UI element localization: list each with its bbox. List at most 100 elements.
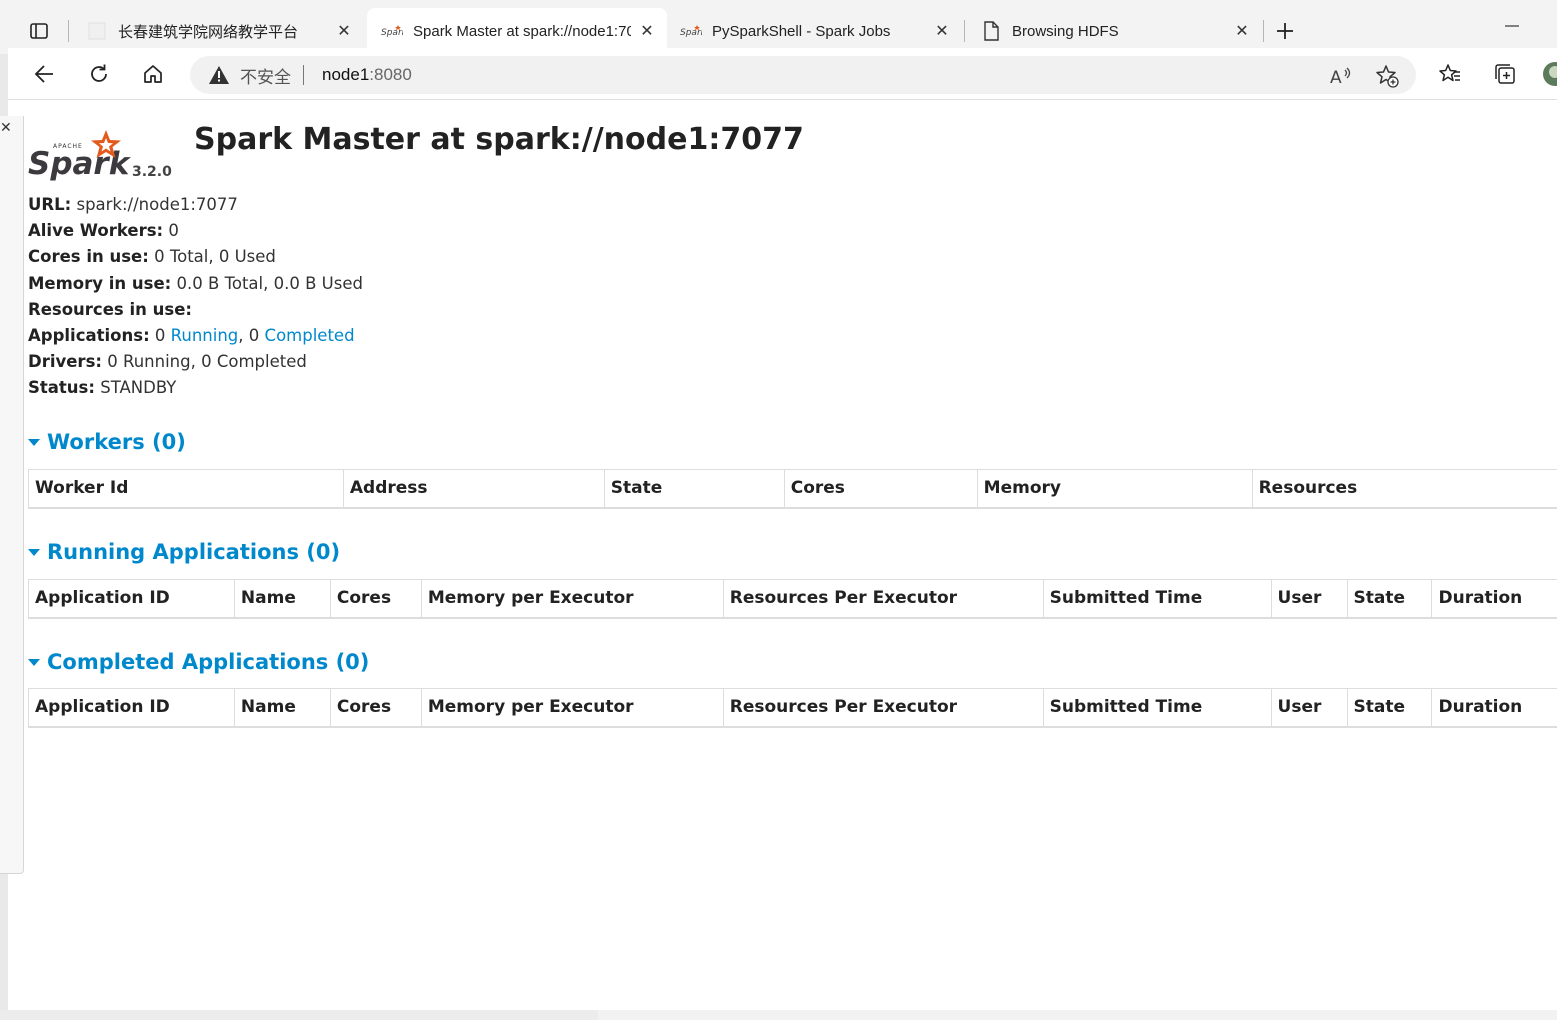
applications-label: Applications: xyxy=(28,325,150,345)
url-port: :8080 xyxy=(369,65,412,84)
column-header[interactable]: Address xyxy=(342,469,605,509)
running-apps-table: Application ID Name Cores Memory per Exe… xyxy=(28,579,1557,619)
memory-label: Memory in use: xyxy=(28,273,172,293)
completed-apps-table: Application ID Name Cores Memory per Exe… xyxy=(28,688,1557,728)
completed-apps-link[interactable]: Completed xyxy=(265,326,355,345)
alive-workers-label: Alive Workers: xyxy=(28,221,164,241)
tab-title: 长春建筑学院网络教学平台 xyxy=(118,23,299,41)
running-apps-section-toggle[interactable]: Running Applications (0) xyxy=(28,540,340,564)
document-icon xyxy=(980,21,1002,41)
running-apps-link[interactable]: Running xyxy=(171,326,239,345)
summary-memory: Memory in use: 0.0 B Total, 0.0 B Used xyxy=(28,271,363,297)
column-header[interactable]: Resources xyxy=(1251,469,1557,509)
column-header[interactable]: User xyxy=(1270,579,1348,619)
column-header[interactable]: Duration xyxy=(1431,688,1557,728)
column-header[interactable]: Submitted Time xyxy=(1042,688,1272,728)
url-text[interactable]: node1:8080 xyxy=(322,65,412,85)
blank-page-icon xyxy=(86,22,108,40)
tab-title: Browsing HDFS xyxy=(1012,22,1119,40)
collections-button[interactable] xyxy=(1487,56,1523,92)
browser-toolbar: 不安全 node1:8080 A xyxy=(8,48,1557,100)
home-button[interactable] xyxy=(135,56,171,92)
close-icon[interactable]: ✕ xyxy=(1232,21,1252,41)
column-header[interactable]: Duration xyxy=(1431,579,1557,619)
collapse-arrow-icon xyxy=(28,658,40,666)
url-host: node1 xyxy=(322,65,370,84)
svg-text:A: A xyxy=(1330,68,1342,87)
close-icon[interactable]: ✕ xyxy=(637,21,657,41)
column-header[interactable]: Cores xyxy=(783,469,978,509)
back-button[interactable] xyxy=(26,56,62,92)
collapse-arrow-icon xyxy=(28,438,40,446)
url-value: spark://node1:7077 xyxy=(76,195,238,214)
column-header[interactable]: Resources Per Executor xyxy=(722,579,1044,619)
favorites-button[interactable] xyxy=(1432,56,1468,92)
column-header[interactable]: Memory xyxy=(976,469,1253,509)
spark-logo-icon: APACHE Spark xyxy=(28,130,132,182)
profile-button[interactable] xyxy=(1541,56,1557,92)
column-header[interactable]: User xyxy=(1270,688,1348,728)
back-arrow-icon xyxy=(34,65,53,83)
status-label: Status: xyxy=(28,378,95,398)
column-header[interactable]: State xyxy=(603,469,785,509)
summary-applications: Applications: 0 Running, 0 Completed xyxy=(28,325,355,345)
column-header[interactable]: Worker Id xyxy=(28,469,344,509)
column-header[interactable]: Name xyxy=(233,688,331,728)
column-header[interactable]: Cores xyxy=(329,688,422,728)
page-header: APACHE Spark 3.2.0 xyxy=(28,114,172,184)
column-header[interactable]: Application ID xyxy=(28,579,235,619)
close-icon[interactable]: ✕ xyxy=(932,21,952,41)
running-apps-title: Running Applications (0) xyxy=(47,540,341,564)
column-header[interactable]: Memory per Executor xyxy=(420,688,724,728)
tab-actions-button[interactable] xyxy=(22,14,56,48)
tab-actions-icon xyxy=(30,23,48,39)
favorites-icon xyxy=(1439,64,1460,82)
column-header[interactable]: State xyxy=(1346,579,1432,619)
close-icon[interactable]: ✕ xyxy=(0,120,14,134)
svg-text:Spark: Spark xyxy=(28,146,132,182)
completed-count: 0 xyxy=(248,325,260,345)
column-header[interactable]: Name xyxy=(233,579,331,619)
new-tab-button[interactable] xyxy=(1270,16,1300,46)
add-favorite-icon[interactable] xyxy=(1374,63,1400,89)
completed-apps-table-header: Application ID Name Cores Memory per Exe… xyxy=(28,688,1557,728)
completed-apps-section-toggle[interactable]: Completed Applications (0) xyxy=(28,650,369,674)
security-label[interactable]: 不安全 xyxy=(240,63,291,88)
address-bar[interactable]: 不安全 node1:8080 A xyxy=(190,56,1416,94)
column-header[interactable]: Submitted Time xyxy=(1042,579,1272,619)
drivers-label: Drivers: xyxy=(28,352,102,372)
master-summary: URL: spark://node1:7077 Alive Workers: 0… xyxy=(28,192,363,402)
column-header[interactable]: Resources Per Executor xyxy=(722,688,1044,728)
summary-drivers: Drivers: 0 Running, 0 Completed xyxy=(28,349,363,375)
column-header[interactable]: State xyxy=(1346,688,1432,728)
read-aloud-icon[interactable]: A xyxy=(1328,63,1354,89)
workers-section-toggle[interactable]: Workers (0) xyxy=(28,430,186,454)
summary-resources: Resources in use: xyxy=(28,297,363,323)
spark-logo[interactable]: APACHE Spark 3.2.0 xyxy=(28,128,172,184)
summary-url: URL: spark://node1:7077 xyxy=(28,192,363,218)
drivers-value: 0 Running, 0 Completed xyxy=(107,352,307,372)
warning-icon[interactable] xyxy=(208,64,230,86)
collapse-arrow-icon xyxy=(28,548,40,556)
column-header[interactable]: Application ID xyxy=(28,688,235,728)
minimize-button[interactable] xyxy=(1497,14,1527,34)
address-separator xyxy=(303,65,304,85)
refresh-button[interactable] xyxy=(81,56,117,92)
workers-title: Workers (0) xyxy=(47,430,186,454)
tab-title: PySparkShell - Spark Jobs xyxy=(712,22,891,40)
column-header[interactable]: Memory per Executor xyxy=(420,579,724,619)
tab-title: Spark Master at spark://node1:7077 xyxy=(413,22,631,40)
summary-status: Status: STANDBY xyxy=(28,375,363,401)
plus-icon xyxy=(1277,23,1293,39)
spark-version: 3.2.0 xyxy=(132,164,172,180)
completed-apps-title: Completed Applications (0) xyxy=(47,650,370,674)
page-content: APACHE Spark 3.2.0 Spark Master at spark… xyxy=(8,100,1557,1010)
avatar xyxy=(1543,62,1557,86)
cores-value: 0 Total, 0 Used xyxy=(154,247,276,267)
column-header[interactable]: Cores xyxy=(329,579,422,619)
close-icon[interactable]: ✕ xyxy=(334,21,354,41)
minimize-icon xyxy=(1505,25,1519,27)
cores-label: Cores in use: xyxy=(28,247,149,267)
alive-workers-value: 0 xyxy=(168,221,179,241)
running-apps-table-header: Application ID Name Cores Memory per Exe… xyxy=(28,579,1557,619)
